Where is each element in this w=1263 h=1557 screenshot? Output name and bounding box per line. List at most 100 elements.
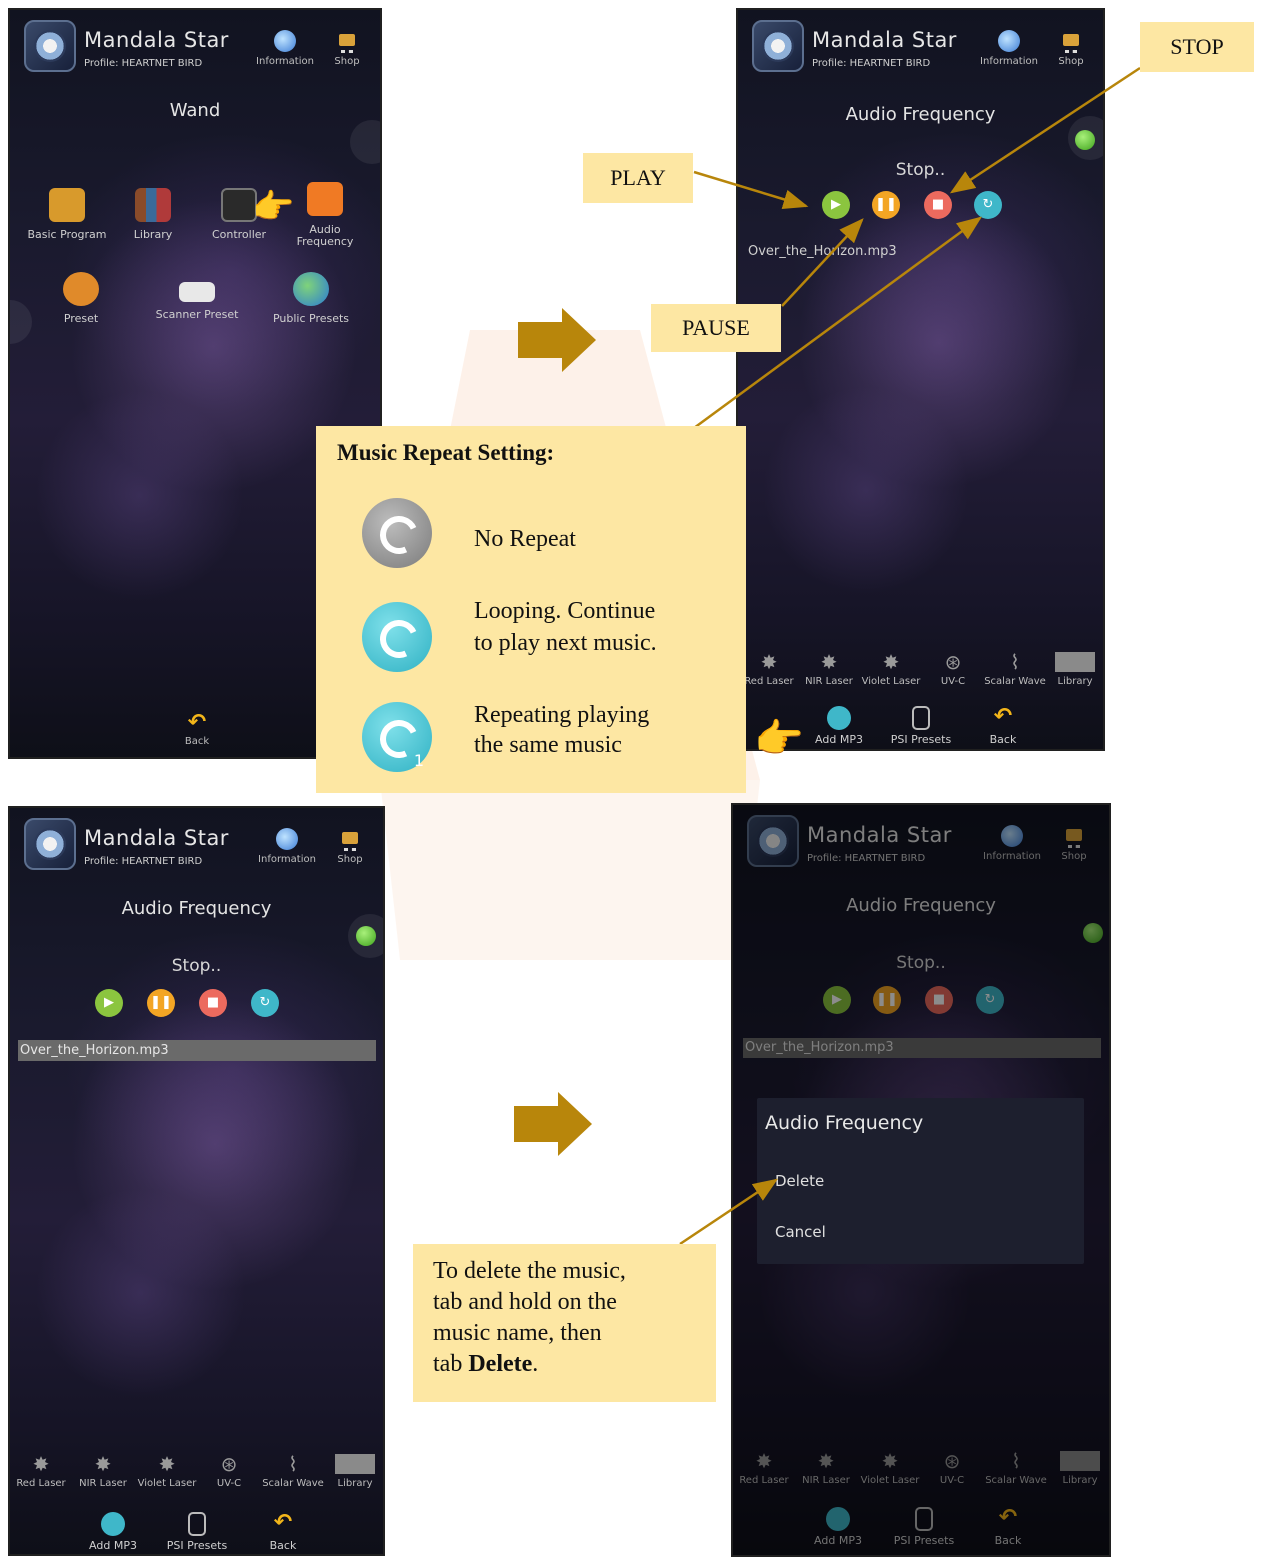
laser-icon: ✸: [755, 1449, 773, 1473]
library-tab[interactable]: Library: [324, 1454, 383, 1489]
repeat-button[interactable]: ↻: [251, 989, 279, 1017]
music-note-icon: [101, 1512, 125, 1536]
shop-button[interactable]: Shop: [1039, 825, 1109, 862]
audio-frequency-screen: Mandala Star Profile: HEARTNET BIRD Info…: [736, 8, 1105, 751]
shop-button[interactable]: Shop: [1036, 30, 1103, 67]
basic-program-button[interactable]: Basic Program: [22, 188, 112, 241]
shop-button[interactable]: Shop: [312, 30, 380, 67]
information-button[interactable]: Information: [252, 828, 322, 865]
violet-laser-button[interactable]: ✸ Violet Laser: [860, 652, 922, 687]
app-title: Mandala Star: [807, 823, 952, 847]
nir-laser-button[interactable]: ✸ NIR Laser: [798, 652, 860, 687]
delete-line-2: tab and hold on the: [433, 1289, 617, 1315]
music-file-item[interactable]: Over_the_Horizon.mp3: [743, 1038, 1101, 1058]
looping-label-2: to play next music.: [474, 630, 657, 656]
laser-icon: ✸: [94, 1452, 112, 1476]
information-button[interactable]: Information: [974, 30, 1044, 67]
cart-icon: [339, 828, 361, 851]
pause-button[interactable]: ❚❚: [147, 989, 175, 1017]
playback-status: Stop..: [171, 956, 222, 976]
music-note-icon: [307, 182, 343, 216]
music-note-icon: [827, 706, 851, 730]
violet-laser-button[interactable]: ✸ Violet Laser: [136, 1454, 198, 1489]
step-arrow-icon: [514, 1092, 592, 1156]
nir-laser-button[interactable]: ✸ NIR Laser: [795, 1451, 857, 1486]
repeat-button[interactable]: ↻: [976, 986, 1004, 1014]
cart-icon: [1063, 825, 1085, 848]
red-laser-button[interactable]: ✸ Red Laser: [733, 1451, 795, 1486]
uvc-icon: ⊛: [220, 1452, 238, 1476]
psi-presets-button[interactable]: PSI Presets: [162, 1512, 232, 1552]
page-title: Audio Frequency: [121, 898, 272, 919]
nir-laser-button[interactable]: ✸ NIR Laser: [72, 1454, 134, 1489]
back-button[interactable]: ↶ Back: [166, 710, 228, 748]
playback-status: Stop..: [896, 953, 946, 973]
cancel-option[interactable]: Cancel: [775, 1223, 826, 1241]
profile-label: Profile: HEARTNET BIRD: [84, 856, 203, 867]
violet-laser-button[interactable]: ✸ Violet Laser: [859, 1451, 921, 1486]
globe-icon: [998, 30, 1020, 52]
add-mp3-button[interactable]: Add MP3: [804, 706, 874, 746]
psi-presets-button[interactable]: PSI Presets: [886, 706, 956, 746]
step-arrow-icon: [518, 308, 596, 372]
app-logo: [24, 818, 76, 870]
shop-button[interactable]: Shop: [315, 828, 383, 865]
red-laser-button[interactable]: ✸ Red Laser: [738, 652, 800, 687]
library-tab[interactable]: Library: [1044, 652, 1103, 687]
play-button[interactable]: ▶: [95, 989, 123, 1017]
cart-icon: [336, 30, 358, 53]
app-title: Mandala Star: [812, 28, 957, 52]
delete-line-3: music name, then: [433, 1320, 602, 1346]
delete-line-1: To delete the music,: [433, 1258, 626, 1284]
uv-c-button[interactable]: ⊛ UV-C: [921, 1451, 983, 1486]
preset-button[interactable]: Preset: [36, 272, 126, 325]
app-logo: [752, 20, 804, 72]
music-file-item[interactable]: Over_the_Horizon.mp3: [748, 244, 897, 259]
stop-button[interactable]: ■: [924, 191, 952, 219]
library-button[interactable]: Library: [108, 188, 198, 241]
pause-button[interactable]: ❚❚: [873, 986, 901, 1014]
repeat-button[interactable]: ↻: [974, 191, 1002, 219]
red-laser-button[interactable]: ✸ Red Laser: [10, 1454, 72, 1489]
information-button[interactable]: Information: [250, 30, 320, 67]
scalar-wave-button[interactable]: ⌇ Scalar Wave: [985, 1451, 1047, 1486]
repeating-label-2: the same music: [474, 732, 622, 758]
back-arrow-icon: ↶: [187, 710, 207, 735]
back-button[interactable]: ↶ Back: [973, 1507, 1043, 1548]
repeating-label-1: Repeating playing: [474, 702, 650, 728]
play-button[interactable]: ▶: [823, 986, 851, 1014]
uv-c-button[interactable]: ⊛ UV-C: [198, 1454, 260, 1489]
back-button[interactable]: ↶ Back: [248, 1512, 318, 1553]
add-mp3-button[interactable]: Add MP3: [803, 1507, 873, 1547]
psi-presets-button[interactable]: PSI Presets: [889, 1507, 959, 1547]
status-indicator: [1075, 130, 1095, 150]
app-title: Mandala Star: [84, 826, 229, 850]
pointing-hand-icon: 👉: [252, 187, 295, 227]
stop-button[interactable]: ■: [199, 989, 227, 1017]
app-title: Mandala Star: [84, 28, 229, 52]
public-presets-button[interactable]: Public Presets: [266, 272, 356, 325]
scalar-wave-button[interactable]: ⌇ Scalar Wave: [262, 1454, 324, 1489]
back-button[interactable]: ↶ Back: [968, 706, 1038, 747]
scanner-preset-button[interactable]: Scanner Preset: [152, 272, 242, 321]
scalar-wave-button[interactable]: ⌇ Scalar Wave: [984, 652, 1046, 687]
laser-icon: ✸: [32, 1452, 50, 1476]
information-button[interactable]: Information: [977, 825, 1047, 862]
play-callout: PLAY: [583, 153, 693, 203]
app-logo: [747, 815, 799, 867]
pause-button[interactable]: ❚❚: [872, 191, 900, 219]
play-button[interactable]: ▶: [822, 191, 850, 219]
stop-button[interactable]: ■: [925, 986, 953, 1014]
library-tab[interactable]: Library: [1049, 1451, 1109, 1486]
add-mp3-button[interactable]: Add MP3: [78, 1512, 148, 1552]
books-icon: [135, 188, 171, 222]
laser-icon: ✸: [158, 1452, 176, 1476]
pause-callout: PAUSE: [651, 304, 781, 352]
side-knob: [350, 120, 380, 164]
uv-c-button[interactable]: ⊛ UV-C: [922, 652, 984, 687]
delete-option[interactable]: Delete: [775, 1172, 824, 1190]
repeat-legend-title: Music Repeat Setting:: [337, 440, 555, 465]
laser-icon: ✸: [760, 650, 778, 674]
globe-icon: [274, 30, 296, 52]
music-file-item[interactable]: Over_the_Horizon.mp3: [18, 1040, 376, 1061]
